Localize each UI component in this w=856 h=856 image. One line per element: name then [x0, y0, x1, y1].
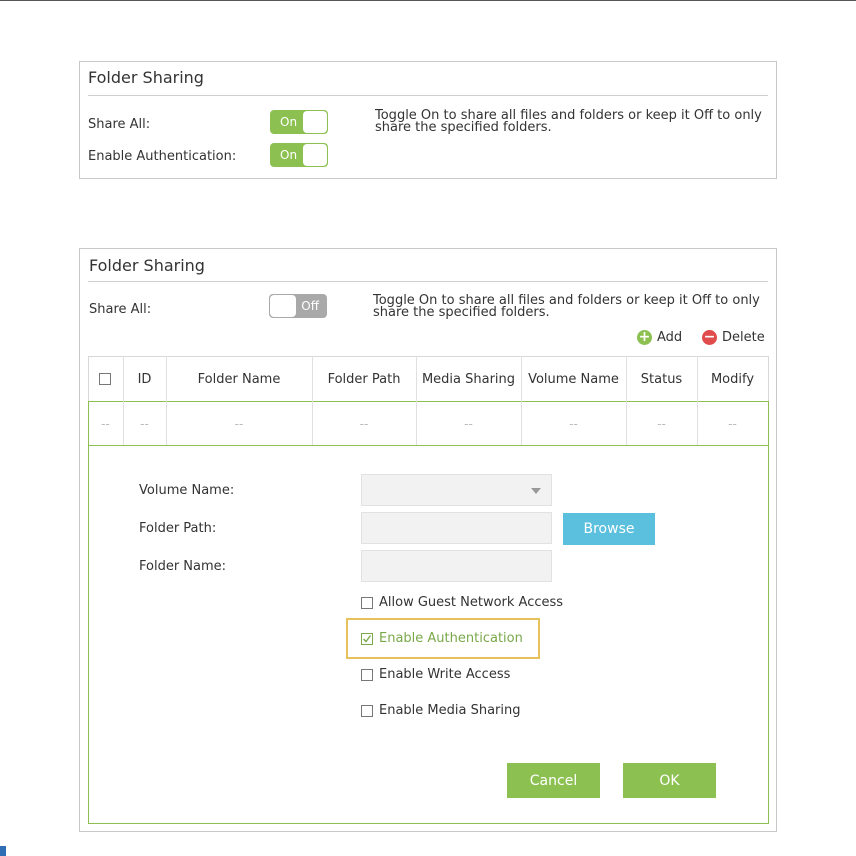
add-button[interactable]: + Add [637, 330, 682, 345]
browse-button[interactable]: Browse [563, 513, 655, 545]
share-all-toggle[interactable]: On [270, 110, 328, 134]
folder-name-input[interactable] [361, 550, 552, 582]
toggle-knob [270, 295, 296, 317]
folder-path-input[interactable] [361, 512, 552, 544]
table-cell: -- [234, 417, 244, 431]
toggle-state-label: Off [301, 299, 319, 313]
header-folder-path: Folder Path [327, 372, 401, 387]
select-all-checkbox[interactable] [99, 373, 111, 385]
description-line: share the specified folders. [375, 120, 552, 135]
folder-name-label: Folder Name: [139, 559, 227, 574]
table-cell: -- [657, 417, 666, 431]
ok-button[interactable]: OK [623, 763, 716, 798]
table-cell: -- [101, 417, 110, 431]
toggle-state-label: On [280, 115, 298, 129]
corner-marker-icon [0, 846, 6, 856]
add-label: Add [657, 330, 683, 345]
table-cell: -- [464, 417, 473, 431]
form-bottom-border [88, 823, 769, 824]
table-row-border [88, 445, 768, 446]
form-left-border [88, 401, 89, 823]
form-right-border [768, 401, 769, 823]
panel-title: Folder Sharing [88, 68, 204, 87]
table-column-divider [416, 356, 417, 445]
share-all-label: Share All: [89, 302, 152, 317]
toggle-state-label: On [280, 148, 298, 162]
minus-circle-icon: − [702, 329, 717, 345]
title-divider [88, 95, 768, 96]
header-media-sharing: Media Sharing [421, 372, 516, 387]
delete-button[interactable]: − Delete [702, 330, 765, 345]
table-cell: -- [569, 417, 578, 431]
table-column-divider [626, 356, 627, 445]
checkbox-box [361, 596, 373, 609]
guest-network-access-checkbox[interactable]: Allow Guest Network Access [361, 595, 563, 610]
share-all-label: Share All: [88, 117, 151, 132]
folder-sharing-panel-top: Folder Sharing Share All: On Enable Auth… [79, 61, 777, 179]
toggle-knob [303, 111, 327, 133]
panel-title: Folder Sharing [89, 256, 205, 275]
checkbox-box [361, 668, 373, 681]
volume-name-label: Volume Name: [139, 483, 235, 498]
enable-authentication-toggle[interactable]: On [270, 143, 328, 167]
title-divider [88, 281, 768, 282]
share-all-description: Toggle On to share all files and folders… [373, 294, 783, 320]
delete-label: Delete [722, 330, 765, 345]
cancel-button[interactable]: Cancel [507, 763, 600, 798]
header-folder-name: Folder Name [197, 372, 281, 387]
table-column-divider [166, 356, 167, 445]
header-status: Status [640, 372, 683, 387]
table-header-border [88, 401, 768, 402]
description-line: share the specified folders. [373, 305, 550, 320]
chevron-down-icon [531, 488, 541, 494]
table-top-border [88, 356, 768, 357]
table-column-divider [697, 356, 698, 445]
checkbox-label: Enable Authentication [379, 631, 523, 646]
enable-media-sharing-checkbox[interactable]: Enable Media Sharing [361, 703, 521, 718]
folder-path-label: Folder Path: [139, 521, 217, 536]
top-divider [0, 0, 856, 1]
share-all-toggle[interactable]: Off [269, 294, 327, 318]
checkbox-box [361, 704, 373, 717]
table-column-divider [123, 356, 124, 445]
folder-sharing-panel-bottom: Folder Sharing Share All: Off Toggle On … [79, 248, 777, 832]
checkmark-icon [363, 634, 372, 643]
header-volume-name: Volume Name [528, 372, 619, 387]
enable-authentication-checkbox[interactable]: Enable Authentication [361, 631, 523, 646]
volume-name-select[interactable] [361, 474, 552, 506]
table-column-divider [521, 356, 522, 445]
enable-write-access-checkbox[interactable]: Enable Write Access [361, 667, 510, 682]
toggle-knob [303, 144, 327, 166]
header-id: ID [137, 372, 152, 387]
header-modify: Modify [710, 372, 755, 387]
checkbox-label: Enable Media Sharing [379, 703, 521, 718]
enable-authentication-label: Enable Authentication: [88, 149, 237, 164]
checkbox-box [361, 632, 373, 645]
share-all-description: Toggle On to share all files and folders… [375, 109, 785, 135]
plus-circle-icon: + [637, 329, 652, 345]
table-cell: -- [728, 417, 737, 431]
table-column-divider [312, 356, 313, 445]
checkbox-label: Enable Write Access [379, 667, 511, 682]
table-cell: -- [359, 417, 369, 431]
checkbox-label: Allow Guest Network Access [379, 595, 564, 610]
table-cell: -- [140, 417, 149, 431]
